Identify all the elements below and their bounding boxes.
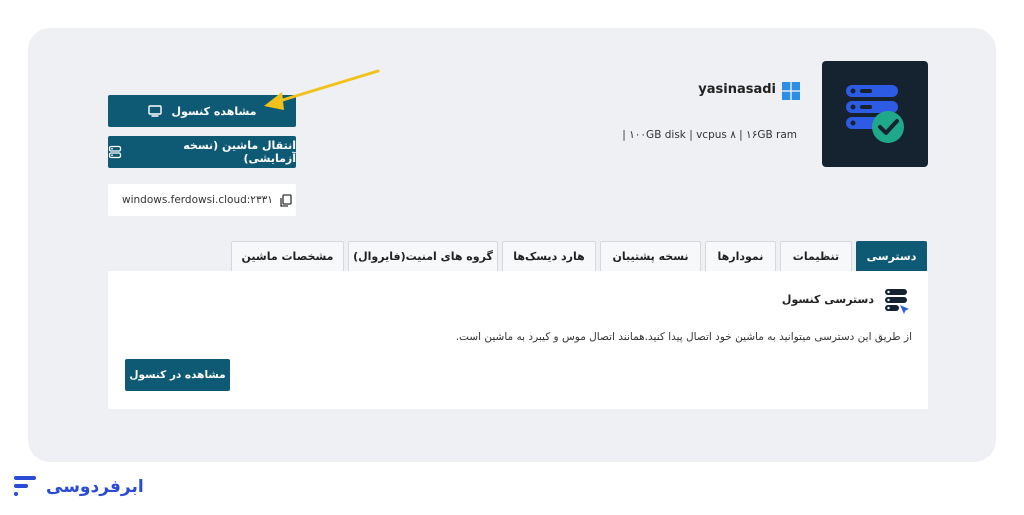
open-in-console-button[interactable]: مشاهده در کنسول xyxy=(125,359,230,391)
panel-description: از طریق این دسترسی میتوانید به ماشین خود… xyxy=(455,331,912,343)
windows-icon xyxy=(782,82,800,100)
brand-logo: ابرفردوسی xyxy=(12,474,144,500)
server-transfer-icon xyxy=(108,145,122,159)
tab-charts[interactable]: نمودارها xyxy=(705,241,776,271)
tab-settings[interactable]: تنظیمات xyxy=(780,241,852,271)
tab-backup[interactable]: نسخه پشتیبان xyxy=(600,241,701,271)
console-address: windows.ferdowsi.cloud:۲۳۳۱ xyxy=(108,184,296,216)
tab-bar: دسترسی تنظیمات نمودارها نسخه پشتیبان هار… xyxy=(231,241,927,271)
tab-firewall[interactable]: گروه های امنیت(فایروال) xyxy=(348,241,498,271)
panel-title: دسترسی کنسول xyxy=(781,293,874,306)
arrow-annotation-icon xyxy=(264,69,380,110)
migrate-vm-label: انتقال ماشین (نسخه آزمایشی) xyxy=(183,139,296,165)
copy-icon[interactable] xyxy=(279,193,292,207)
access-panel: دسترسی کنسول از طریق این دسترسی میتوانید… xyxy=(108,271,928,409)
monitor-icon xyxy=(147,105,162,117)
vm-name: yasinasadi xyxy=(698,82,776,97)
open-in-console-label: مشاهده در کنسول xyxy=(129,369,226,381)
tab-vm-specs[interactable]: مشخصات ماشین xyxy=(231,241,344,271)
vm-server-icon xyxy=(822,61,928,167)
view-console-label: مشاهده کنسول xyxy=(171,104,257,118)
brand-name: ابرفردوسی xyxy=(46,477,144,497)
tab-disks[interactable]: هارد دیسک‌ها xyxy=(502,241,596,271)
brand-mark-icon xyxy=(14,476,36,496)
address-text: windows.ferdowsi.cloud:۲۳۳۱ xyxy=(122,194,273,206)
vm-specs: | ۱۰۰GB disk | vcpus ۸ | ۱۶GB ram xyxy=(622,129,797,141)
console-access-icon xyxy=(885,289,909,314)
migrate-vm-button[interactable]: انتقال ماشین (نسخه آزمایشی) xyxy=(108,136,296,168)
tab-access[interactable]: دسترسی xyxy=(856,241,927,271)
